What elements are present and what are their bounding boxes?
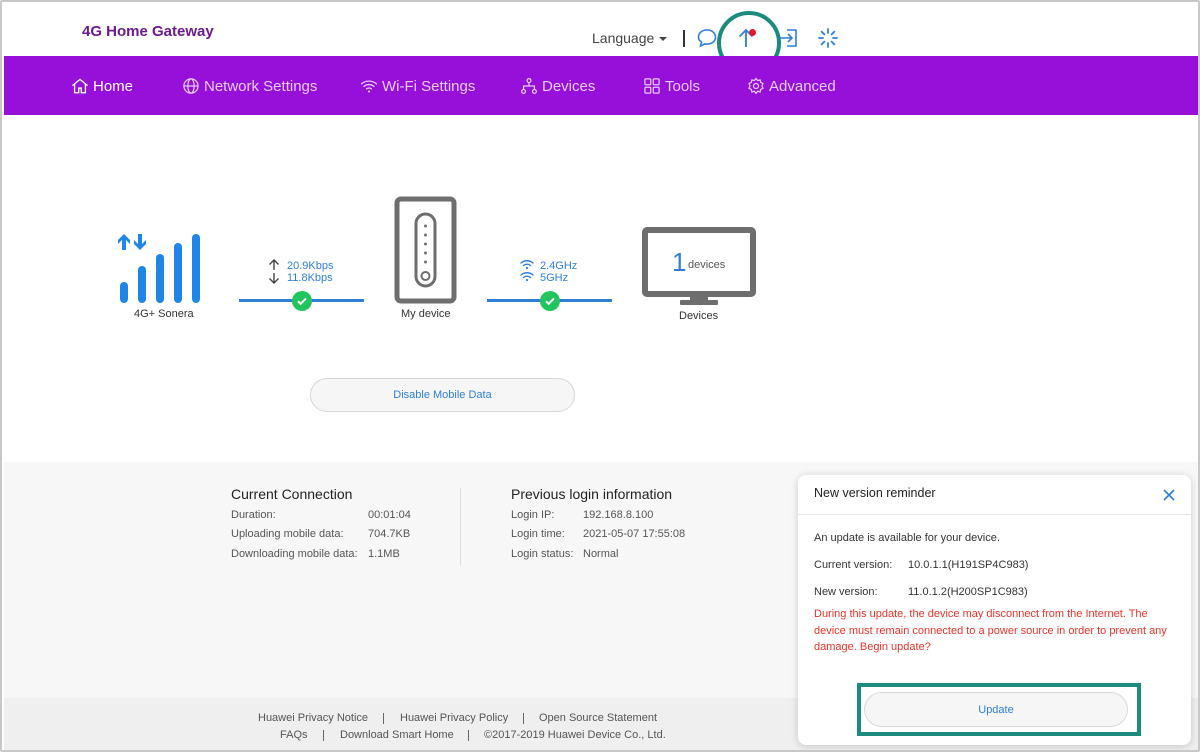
info-divider <box>460 488 461 566</box>
nav-tools-label: Tools <box>665 77 701 95</box>
dialog-title: New version reminder <box>814 486 936 500</box>
new-version-value: 11.0.1.2(H200SP1C983) <box>908 586 1028 598</box>
home-icon <box>72 78 88 94</box>
devices-label: Devices <box>679 310 719 322</box>
footer-divider <box>468 730 469 741</box>
footer-link-privacy-policy[interactable]: Huawei Privacy Policy <box>400 712 508 724</box>
duration-key: Duration: <box>231 509 276 521</box>
current-connection-title: Current Connection <box>231 486 353 502</box>
disable-mobile-data-button[interactable]: Disable Mobile Data <box>310 378 575 412</box>
duration-value: 00:01:04 <box>368 509 411 521</box>
downloading-key: Downloading mobile data: <box>231 548 358 560</box>
upload-speed: 20.9Kbps <box>287 260 334 272</box>
upload-download-arrows-icon <box>269 259 279 284</box>
wifi-bands-icon <box>520 260 534 282</box>
wifi-band-2-4ghz: 2.4GHz <box>540 260 578 272</box>
devices-icon <box>521 78 537 94</box>
nav-devices-label: Devices <box>542 77 596 95</box>
network-name: 4G+ Sonera <box>134 308 194 320</box>
login-time-value: 2021-05-07 17:55:08 <box>583 528 686 540</box>
logout-icon[interactable] <box>777 26 801 50</box>
update-button[interactable]: Update <box>864 692 1128 727</box>
login-status-key: Login status: <box>511 548 574 560</box>
header-divider <box>683 30 685 47</box>
nav-advanced[interactable]: Advanced <box>746 74 836 98</box>
footer-link-faqs[interactable]: FAQs <box>280 729 308 741</box>
update-notification-dot <box>749 29 756 36</box>
update-warning: During this update, the device may disco… <box>814 608 1167 653</box>
nav-advanced-label: Advanced <box>769 77 836 95</box>
uploading-value: 704.7KB <box>368 528 411 540</box>
login-status-value: Normal <box>583 548 619 560</box>
device-count: 1 <box>672 247 687 277</box>
loading-icon <box>816 26 840 50</box>
downloading-value: 1.1MB <box>368 548 400 560</box>
new-version-label: New version: <box>814 586 878 598</box>
wifi-icon <box>360 80 378 93</box>
router-web-ui: 4G Home Gateway Language Home Network Se… <box>0 0 1200 752</box>
footer-divider <box>523 713 524 724</box>
wifi-band-5ghz: 5GHz <box>540 272 569 284</box>
nav-wifi-settings[interactable]: Wi-Fi Settings <box>359 74 475 98</box>
main-nav: Home Network Settings Wi-Fi Settings Dev… <box>4 56 1198 115</box>
nav-home-label: Home <box>93 77 134 95</box>
current-version-label: Current version: <box>814 559 893 571</box>
close-icon[interactable] <box>1161 487 1177 503</box>
language-label: Language <box>592 30 655 46</box>
login-ip-value: 192.168.8.100 <box>583 509 654 521</box>
device-count-unit: devices <box>688 259 726 271</box>
footer-link-open-source[interactable]: Open Source Statement <box>539 712 657 724</box>
gear-icon <box>748 77 764 95</box>
download-speed: 11.8Kbps <box>287 272 333 284</box>
footer-link-privacy-notice[interactable]: Huawei Privacy Notice <box>258 712 368 724</box>
my-device-label: My device <box>401 308 451 320</box>
nav-network-settings[interactable]: Network Settings <box>181 74 317 98</box>
language-selector[interactable]: Language <box>592 30 668 46</box>
footer-divider <box>323 730 324 741</box>
current-version-value: 10.0.1.1(H191SP4C983) <box>908 559 1029 571</box>
network-ok-check-icon <box>292 291 312 311</box>
dialog-message: An update is available for your device. <box>814 532 1000 544</box>
signal-strength-icon <box>118 234 200 303</box>
tools-icon <box>644 78 660 94</box>
message-icon[interactable] <box>695 26 719 50</box>
nav-tools[interactable]: Tools <box>642 74 700 98</box>
nav-network-settings-label: Network Settings <box>204 77 318 95</box>
uploading-key: Uploading mobile data: <box>231 528 344 540</box>
wifi-ok-check-icon <box>540 291 560 311</box>
router-device-icon <box>394 196 457 304</box>
nav-home[interactable]: Home <box>70 74 133 98</box>
globe-icon <box>183 78 199 94</box>
login-ip-key: Login IP: <box>511 509 555 521</box>
footer-divider <box>383 713 384 724</box>
login-time-key: Login time: <box>511 528 565 540</box>
chevron-down-icon <box>659 37 668 42</box>
footer-copyright: ©2017-2019 Huawei Device Co., Ltd. <box>484 729 666 741</box>
footer-link-download-smart-home[interactable]: Download Smart Home <box>340 729 454 741</box>
nav-wifi-settings-label: Wi-Fi Settings <box>382 77 476 95</box>
dialog-divider <box>798 514 1191 515</box>
previous-login-title: Previous login information <box>511 486 673 502</box>
brand-title: 4G Home Gateway <box>82 23 214 40</box>
nav-devices[interactable]: Devices <box>519 74 595 98</box>
